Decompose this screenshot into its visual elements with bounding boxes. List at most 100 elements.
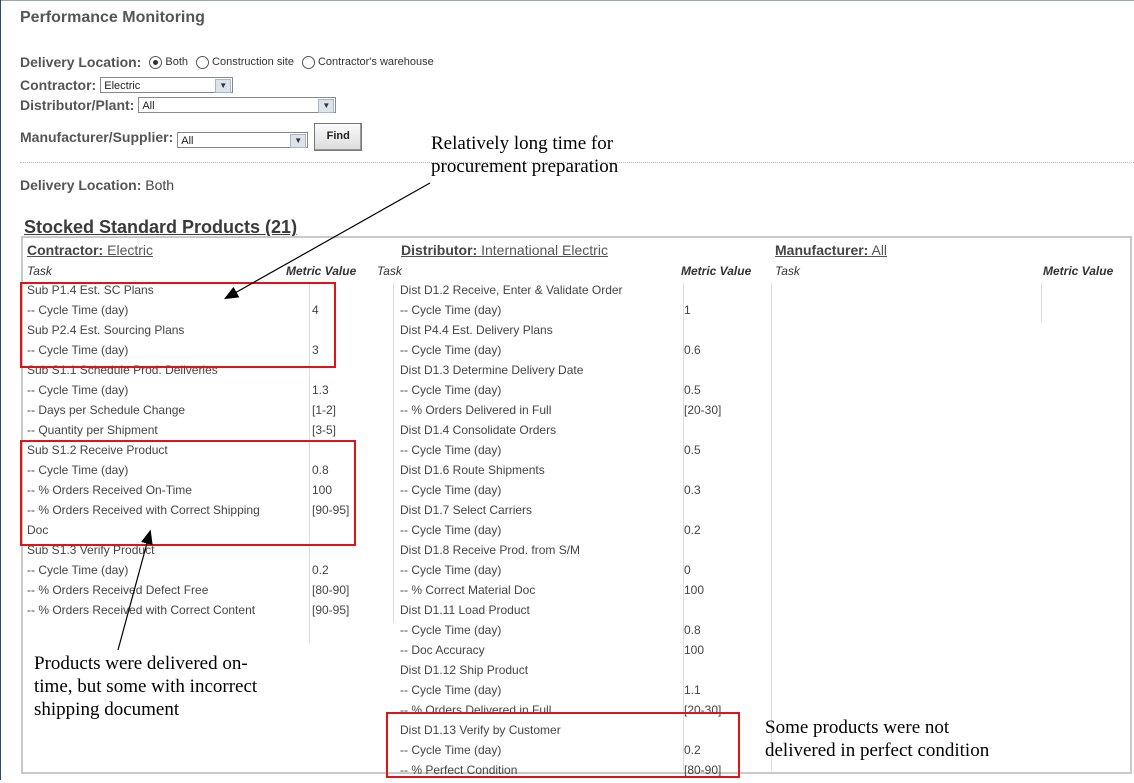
table-row: -- Cycle Time (day) 0.6 (400, 343, 768, 363)
delivery-location-result: Delivery Location: Both (20, 177, 174, 193)
task-cell: -- Cycle Time (day) (400, 343, 502, 357)
task-cell: Dist D1.6 Route Shipments (400, 463, 545, 477)
table-row: Dist D1.7 Select Carriers (400, 503, 768, 523)
table-row: -- Cycle Time (day) 0 (400, 563, 768, 583)
table-row: Dist D1.2 Receive, Enter & Validate Orde… (400, 283, 768, 303)
distributor-column-header[interactable]: Distributor: International Electric (401, 242, 608, 258)
task-cell: Dist D1.2 Receive, Enter & Validate Orde… (400, 283, 623, 297)
table-row: Dist D1.11 Load Product (400, 603, 768, 623)
table-row: -- Days per Schedule Change [1-2] (27, 403, 387, 423)
table-row: Dist D1.8 Receive Prod. from S/M (400, 543, 768, 563)
manufacturer-column-value: All (871, 242, 888, 258)
table-row: -- Cycle Time (day) 1.3 (27, 383, 387, 403)
table-row: Dist D1.3 Determine Delivery Date (400, 363, 768, 383)
distributor-row: Distributor/Plant: All ▼ (20, 97, 337, 113)
task-cell: -- Cycle Time (day) (400, 563, 502, 577)
table-row: -- Doc Accuracy 100 (400, 643, 768, 663)
distributor-rows: Dist D1.2 Receive, Enter & Validate Orde… (400, 283, 768, 783)
chevron-down-icon: ▼ (290, 134, 307, 148)
metric-value-cell: 0.5 (684, 383, 701, 397)
grid-line (393, 283, 394, 623)
table-row: -- Cycle Time (day) 0.3 (400, 483, 768, 503)
chevron-down-icon: ▼ (215, 79, 232, 93)
table-row: -- Cycle Time (day) 0.5 (400, 383, 768, 403)
manufacturer-select[interactable]: All ▼ (177, 132, 309, 148)
metric-value-cell: 0.2 (312, 563, 329, 577)
radio-construction-site[interactable] (196, 55, 210, 69)
metric-value-cell: 0.6 (684, 343, 701, 357)
table-row: -- % Orders Received with Correct Conten… (27, 603, 387, 623)
metric-value-cell: [3-5] (312, 423, 337, 437)
radio-contractors-warehouse[interactable] (301, 55, 315, 69)
table-row: -- Cycle Time (day) 1 (400, 303, 768, 323)
task-cell: -- Cycle Time (day) (27, 383, 129, 397)
contractor-column-header[interactable]: Contractor: Electric (27, 242, 153, 258)
radio-construction-site-label: Construction site (212, 56, 294, 68)
task-cell: Dist D1.4 Consolidate Orders (400, 423, 557, 437)
annotation-condition: Some products were not delivered in perf… (765, 716, 989, 762)
task-cell: Dist D1.11 Load Product (400, 603, 530, 617)
table-row: Dist D1.6 Route Shipments (400, 463, 768, 483)
task-cell: -- Cycle Time (day) (400, 623, 502, 637)
manufacturer-row: Manufacturer/Supplier: All ▼ Find (20, 123, 363, 151)
distributor-select-value: All (142, 100, 155, 112)
task-cell: -- Cycle Time (day) (400, 383, 502, 397)
metric-value-cell: 0.5 (684, 443, 701, 457)
annotation-line: Relatively long time for (431, 133, 614, 154)
task-cell: -- Cycle Time (day) (400, 443, 502, 457)
task-cell: -- Cycle Time (day) (27, 563, 129, 577)
annotation-line: Some products were not (765, 717, 950, 738)
task-cell: -- % Correct Material Doc (400, 583, 536, 597)
task-cell: -- % Orders Received with Correct Conten… (27, 603, 256, 617)
table-row: -- Cycle Time (day) 0.2 (27, 563, 387, 583)
metric-value-cell: 1 (684, 303, 691, 317)
window-top-border (0, 0, 1134, 5)
metric-value-cell: 1.3 (312, 383, 329, 397)
highlight-box-procurement (20, 282, 336, 368)
distributor-column-label: Distributor: (401, 242, 478, 258)
task-cell: Dist D1.7 Select Carriers (400, 503, 533, 517)
radio-both[interactable] (149, 55, 163, 69)
distributor-column-body: Dist D1.2 Receive, Enter & Validate Orde… (400, 283, 768, 783)
contractor-column-label: Contractor: (27, 242, 104, 258)
chevron-down-icon: ▼ (318, 99, 335, 113)
metric-value-cell: [1-2] (312, 403, 337, 417)
metric-value-cell: 100 (684, 583, 705, 597)
metric-value-cell: 0.8 (684, 623, 701, 637)
delivery-location-result-value: Both (145, 177, 175, 193)
task-cell: -- % Orders Received Defect Free (27, 583, 209, 597)
delivery-location-label: Delivery Location: (20, 54, 142, 70)
task-cell: -- Cycle Time (day) (400, 523, 502, 537)
table-row: -- Cycle Time (day) 0.5 (400, 443, 768, 463)
table-row: -- % Orders Delivered in Full [20-30] (400, 403, 768, 423)
radio-both-label: Both (165, 56, 189, 68)
contractor-column-value: Electric (107, 242, 154, 258)
annotation-line: procurement preparation (431, 156, 619, 177)
table-row: -- Cycle Time (day) 0.2 (400, 523, 768, 543)
metric-value-cell: 1.1 (684, 683, 701, 697)
metric-value-header: Metric Value (286, 264, 357, 278)
find-button[interactable]: Find (314, 123, 363, 151)
metric-value-cell: 0.2 (684, 523, 701, 537)
task-cell: -- Cycle Time (day) (400, 483, 502, 497)
manufacturer-column-header[interactable]: Manufacturer: All (775, 242, 887, 258)
window-left-border (0, 0, 7, 780)
table-row: -- % Orders Received Defect Free [80-90] (27, 583, 387, 603)
distributor-label: Distributor/Plant: (20, 97, 135, 113)
task-header: Task (377, 264, 402, 278)
table-row: -- % Correct Material Doc 100 (400, 583, 768, 603)
table-row: -- Cycle Time (day) 0.8 (400, 623, 768, 643)
annotation-line: Products were delivered on- (34, 653, 248, 674)
contractor-select[interactable]: Electric ▼ (100, 77, 234, 93)
task-cell: -- Days per Schedule Change (27, 403, 186, 417)
task-cell: -- Doc Accuracy (400, 643, 485, 657)
task-cell: Dist D1.8 Receive Prod. from S/M (400, 543, 581, 557)
highlight-box-verify-customer (386, 712, 740, 778)
manufacturer-label: Manufacturer/Supplier: (20, 129, 174, 145)
metric-value-cell: [90-95] (312, 603, 350, 617)
table-row: -- Cycle Time (day) 1.1 (400, 683, 768, 703)
distributor-select[interactable]: All ▼ (138, 97, 337, 113)
delivery-location-row: Delivery Location: Both Construction sit… (20, 54, 434, 70)
task-cell: -- Cycle Time (day) (400, 683, 502, 697)
task-cell: Dist D1.3 Determine Delivery Date (400, 363, 584, 377)
